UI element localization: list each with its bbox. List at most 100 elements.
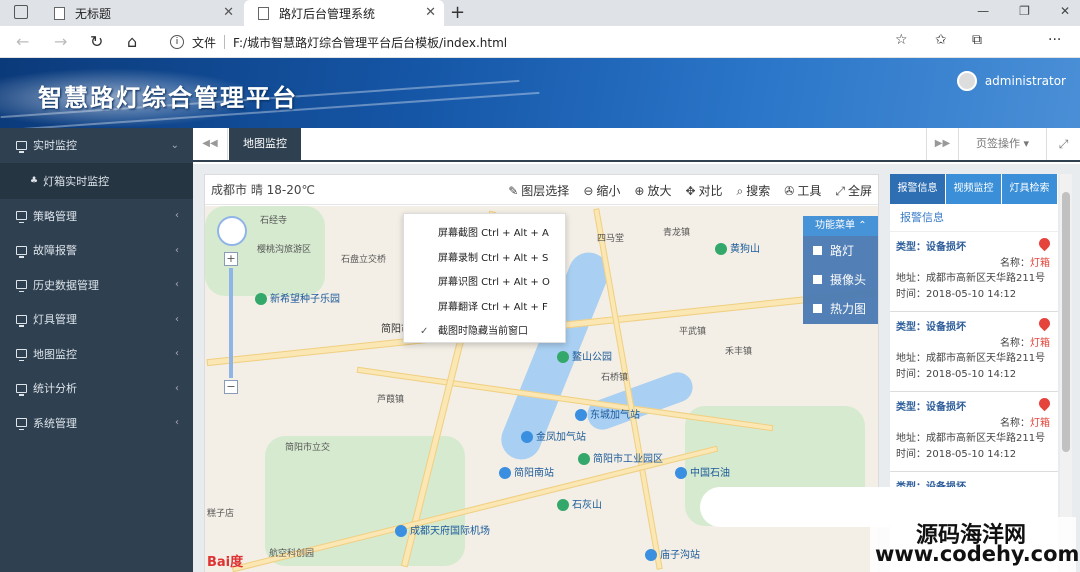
alarm-item[interactable]: 类型：设备损坏 名称：灯箱 地址：成都市高新区天华路211号 时间：2018-0… <box>890 232 1058 312</box>
page-tabs-bar: ◀◀ 地图监控 ▶▶ 页签操作 ▾ ⤢ <box>193 128 1080 162</box>
browser-tab-active[interactable]: 路灯后台管理系统 ✕ <box>244 0 444 26</box>
scroll-right-button[interactable]: ▶▶ <box>926 128 958 160</box>
forward-icon[interactable]: → <box>54 32 67 51</box>
sidebar-item-label: 地图监控 <box>33 347 77 361</box>
zoom-out-button[interactable]: ⊖ 缩小 <box>583 182 620 199</box>
more-icon[interactable]: ··· <box>1048 32 1061 48</box>
tab-lamp-search[interactable]: 灯具检索 <box>1002 174 1057 204</box>
sidebar-item-system[interactable]: 系统管理 ‹ <box>0 406 193 441</box>
layer-toggle-camera[interactable]: 摄像头 <box>803 265 878 294</box>
zoom-slider[interactable] <box>229 268 233 378</box>
alarm-type: 类型：设备损坏 <box>896 402 966 413</box>
map-poi[interactable]: 鳌山公园 <box>557 348 612 363</box>
tab-video-monitor[interactable]: 视频监控 <box>946 174 1001 204</box>
menu-item-label: 屏幕识图 Ctrl + Alt + O <box>438 277 550 288</box>
function-menu-header[interactable]: 功能菜单 ⌃ <box>803 216 878 236</box>
close-tab-icon[interactable]: ✕ <box>425 5 436 20</box>
map-zoom-in-icon[interactable]: + <box>224 252 238 266</box>
weather-label: 成都市 晴 18-20℃ <box>211 183 315 197</box>
map-poi[interactable]: 庙子沟站 <box>645 546 700 561</box>
sidebar-item-alarm[interactable]: 故障报警 ‹ <box>0 233 193 268</box>
map-poi[interactable]: 简阳南站 <box>499 464 554 479</box>
map-poi[interactable]: 中国石油 <box>675 464 730 479</box>
tab-alarm-info[interactable]: 报警信息 <box>890 174 945 204</box>
checkbox[interactable] <box>813 246 822 255</box>
alarm-item[interactable]: 类型：设备损坏 名称：灯箱 地址：成都市高新区天华路211号 时间：2018-0… <box>890 312 1058 392</box>
menu-item-translate[interactable]: 屏幕翻译 Ctrl + Alt + F <box>404 296 565 321</box>
map-poi[interactable]: 新希望种子乐园 <box>255 290 340 305</box>
minimize-icon[interactable]: — <box>977 4 989 18</box>
alarm-name-label: 名称： <box>1000 338 1030 349</box>
tools-button[interactable]: ✇ 工具 <box>784 182 821 199</box>
menu-item-record[interactable]: 屏幕录制 Ctrl + Alt + S <box>404 247 565 272</box>
search-button[interactable]: ⌕ 搜索 <box>737 182 771 199</box>
new-tab-button[interactable]: + <box>450 2 465 23</box>
user-menu[interactable]: administrator <box>956 71 1066 91</box>
alarm-item[interactable]: 类型：设备损坏 名称：灯箱 地址：成都市高新区天华路211号 时间：2018-0… <box>890 392 1058 472</box>
sidebar-item-strategy[interactable]: 策略管理 ‹ <box>0 199 193 234</box>
map-poi-label: 庙子沟站 <box>660 550 700 561</box>
home-icon[interactable]: ⌂ <box>127 32 137 51</box>
alarm-name-value: 灯箱 <box>1030 338 1050 349</box>
map-zoom-control[interactable]: + − <box>224 252 238 394</box>
sidebar-item-lamps[interactable]: 灯具管理 ‹ <box>0 302 193 337</box>
reload-icon[interactable]: ↻ <box>90 32 103 51</box>
sidebar-subitem-lightbox[interactable]: ♣ 灯箱实时监控 <box>0 162 193 199</box>
user-avatar <box>956 71 977 91</box>
chevron-left-icon: ‹ <box>175 279 179 291</box>
zoom-in-button[interactable]: ⊕ 放大 <box>634 182 671 199</box>
favorite-add-icon[interactable]: ☆ <box>895 32 908 48</box>
restore-icon[interactable]: ❐ <box>1019 4 1030 18</box>
checkbox[interactable] <box>813 304 822 313</box>
wrench-icon: ✇ <box>784 184 795 198</box>
fullscreen-icon[interactable]: ⤢ <box>1046 128 1080 160</box>
map-poi[interactable]: 简阳市工业园区 <box>578 450 663 465</box>
chevron-left-icon: ‹ <box>175 244 179 256</box>
favorites-icon[interactable]: ✩ <box>935 32 947 48</box>
back-icon[interactable]: ← <box>16 32 29 51</box>
map-poi-label: 东城加气站 <box>590 410 640 421</box>
alarm-name-label: 名称： <box>1000 418 1030 429</box>
tab-ops-dropdown[interactable]: 页签操作 ▾ <box>958 128 1046 160</box>
menu-item-label: 屏幕翻译 Ctrl + Alt + F <box>438 301 548 313</box>
menu-item-screenshot[interactable]: 屏幕截图 Ctrl + Alt + A <box>404 222 565 247</box>
scrollbar-thumb[interactable] <box>1062 192 1070 452</box>
url-field[interactable]: i 文件 F:/城市智慧路灯综合管理平台后台模板/index.html <box>160 30 920 54</box>
layer-toggle-heatmap[interactable]: 热力图 <box>803 294 878 323</box>
map-poi[interactable]: 金凤加气站 <box>521 428 586 443</box>
fullscreen-button[interactable]: ⤢ 全屏 <box>835 182 872 199</box>
alarm-scrollbar[interactable] <box>1060 174 1072 572</box>
browser-tab-untitled[interactable]: 无标题 ✕ <box>40 0 242 26</box>
map-label: 青龙镇 <box>663 228 691 238</box>
info-icon[interactable]: i <box>170 35 184 49</box>
collections-icon[interactable]: ⧉ <box>972 32 982 48</box>
map-label: 航空科创园 <box>269 549 315 559</box>
close-tab-icon[interactable]: ✕ <box>223 5 234 20</box>
alarm-name-value: 灯箱 <box>1030 418 1050 429</box>
map-pan-control[interactable] <box>217 216 247 246</box>
poi-marker-icon <box>557 499 569 511</box>
layer-select-button[interactable]: ✎ 图层选择 <box>508 182 569 199</box>
map-poi[interactable]: 东城加气站 <box>575 406 640 421</box>
menu-item-hide-window[interactable]: ✓ 截图时隐藏当前窗口 <box>404 320 565 345</box>
gas-station-icon <box>521 431 533 443</box>
map-poi[interactable]: 石灰山 <box>557 496 602 511</box>
monitor-icon <box>16 140 27 153</box>
compare-button[interactable]: ✥ 对比 <box>685 182 722 199</box>
checkbox[interactable] <box>813 275 822 284</box>
sidebar-item-stats[interactable]: 统计分析 ‹ <box>0 371 193 406</box>
map-poi[interactable]: 黄狗山 <box>715 240 760 255</box>
close-window-icon[interactable]: ✕ <box>1060 4 1070 18</box>
tab-actions-icon[interactable] <box>14 5 28 19</box>
layer-toggle-streetlight[interactable]: 路灯 <box>803 236 878 265</box>
sidebar-item-history[interactable]: 历史数据管理 ‹ <box>0 268 193 303</box>
map-zoom-out-icon[interactable]: − <box>224 380 238 394</box>
sidebar-item-map[interactable]: 地图监控 ‹ <box>0 337 193 372</box>
tab-map-monitor[interactable]: 地图监控 <box>229 128 301 160</box>
menu-item-ocr[interactable]: 屏幕识图 Ctrl + Alt + O <box>404 271 565 296</box>
sidebar-item-realtime[interactable]: 实时监控 ⌄ <box>0 128 193 163</box>
map-poi[interactable]: 成都天府国际机场 <box>395 522 490 537</box>
menu-item-label: 屏幕截图 Ctrl + Alt + A <box>438 228 549 239</box>
scroll-left-button[interactable]: ◀◀ <box>193 128 228 160</box>
expand-icon: ⤢ <box>835 184 845 198</box>
